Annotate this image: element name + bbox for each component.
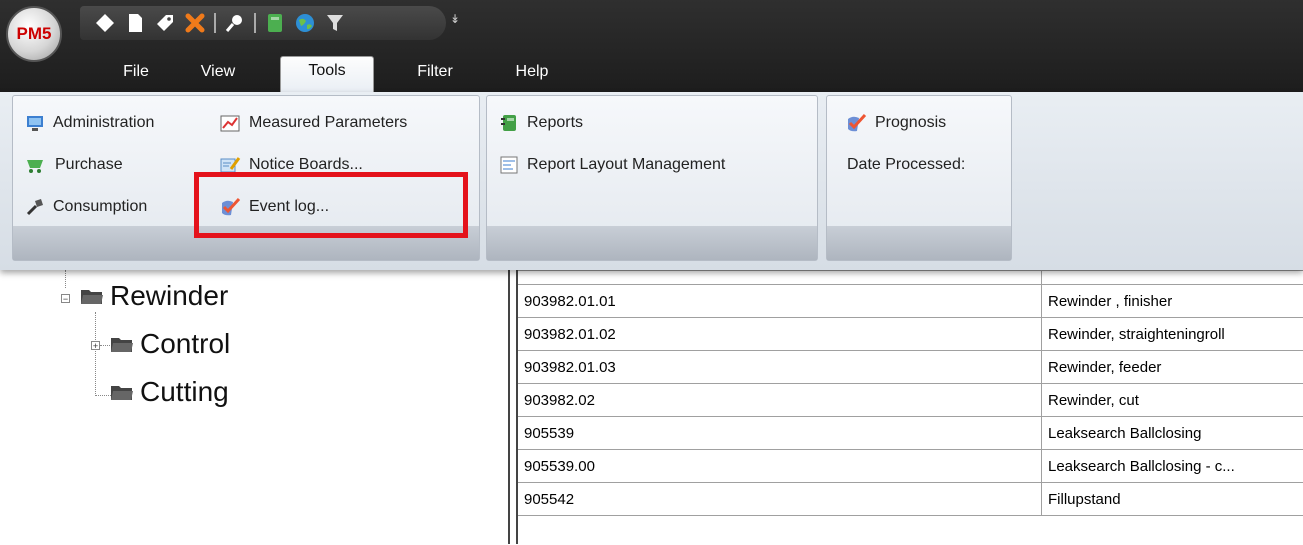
table-cell-description: Leaksearch Ballclosing - c...	[1048, 458, 1235, 475]
tree-label: Control	[140, 328, 231, 359]
table-cell-code: 905539	[518, 417, 1042, 449]
shopping-cart-icon	[27, 160, 43, 173]
table-row[interactable]: 903982.01.01 Rewinder , finisher	[518, 285, 1303, 318]
filter-icon[interactable]	[324, 12, 346, 34]
title-bar: PM5 ↡ File View Tools Filter Help	[0, 0, 1303, 93]
table-cell-code: 905539.00	[518, 450, 1042, 482]
quick-access-toolbar	[80, 6, 446, 40]
tree-label: Rewinder	[110, 280, 229, 311]
asset-tree: − Rewinder + Control Cutting	[0, 270, 508, 544]
reports-label: Reports	[527, 114, 584, 131]
measured-parameters-button[interactable]: Measured Parameters	[219, 108, 407, 138]
toolbar-separator	[254, 13, 256, 33]
folder-icon	[111, 386, 133, 400]
tree-connector	[65, 270, 66, 288]
table-row[interactable]: 905542 Fillupstand	[518, 483, 1303, 516]
search-icon[interactable]	[224, 12, 246, 34]
administration-button[interactable]: Administration	[25, 108, 154, 138]
tree-node-rewinder[interactable]: Rewinder	[80, 280, 228, 312]
layout-icon	[500, 156, 518, 174]
ribbon-group-footer	[827, 226, 1011, 260]
table-cell-description: Rewinder , finisher	[1048, 293, 1173, 310]
ribbon-group-prognosis: Prognosis Date Processed:	[826, 95, 1012, 261]
date-processed-label: Date Processed:	[847, 156, 966, 173]
tab-view[interactable]: View	[183, 58, 253, 88]
table-row[interactable]: 903982.01.03 Rewinder, feeder	[518, 351, 1303, 384]
customize-toolbar-icon[interactable]: ↡	[450, 12, 460, 26]
checklist-icon	[848, 113, 867, 132]
globe-icon[interactable]	[294, 12, 316, 34]
table-row[interactable]: 905539 Leaksearch Ballclosing	[518, 417, 1303, 450]
notebook-icon[interactable]	[264, 12, 286, 34]
consumption-label: Consumption	[53, 198, 148, 215]
expand-toggle[interactable]: +	[91, 341, 100, 351]
ribbon-tabs: File View Tools Filter Help	[0, 50, 1303, 93]
tree-node-control[interactable]: Control	[110, 328, 230, 360]
monitor-icon	[27, 116, 43, 131]
consumption-button[interactable]: Consumption	[25, 192, 147, 222]
table-cell-code: 903982.01.01	[518, 285, 1042, 317]
report-book-icon	[501, 115, 516, 131]
table-row[interactable]: 905539.00 Leaksearch Ballclosing - c...	[518, 450, 1303, 483]
tab-filter[interactable]: Filter	[398, 58, 472, 88]
tag-icon[interactable]	[154, 12, 176, 34]
toolbar-separator	[214, 13, 216, 33]
table-cell-code: 905542	[518, 483, 1042, 515]
table-cell-description: Rewinder, feeder	[1048, 359, 1162, 376]
table-row[interactable]: 903982.02 Rewinder, cut	[518, 384, 1303, 417]
table-cell-code: 903982.01.03	[518, 351, 1042, 383]
table-cell-description: Fillupstand	[1048, 491, 1121, 508]
report-layout-management-button[interactable]: Report Layout Management	[499, 150, 725, 180]
reports-button[interactable]: Reports	[499, 108, 583, 138]
purchase-button[interactable]: Purchase	[25, 150, 123, 180]
prognosis-button[interactable]: Prognosis	[845, 108, 946, 138]
table-cell-description: Rewinder, straighteningroll	[1048, 326, 1225, 343]
collapse-toggle[interactable]: −	[61, 294, 70, 304]
app-logo-text: PM5	[16, 24, 52, 43]
administration-label: Administration	[53, 114, 155, 131]
tab-help[interactable]: Help	[498, 58, 566, 88]
table-row[interactable]	[518, 271, 1303, 285]
report-layout-management-label: Report Layout Management	[527, 156, 726, 173]
table-cell	[1042, 271, 1303, 284]
purchase-label: Purchase	[55, 156, 123, 173]
equipment-grid: 903982.01.01 Rewinder , finisher 903982.…	[518, 270, 1303, 545]
table-cell-code: 903982.01.02	[518, 318, 1042, 350]
document-icon[interactable]	[124, 12, 146, 34]
ribbon-group-footer	[487, 226, 817, 260]
prognosis-label: Prognosis	[875, 114, 947, 131]
tab-tools[interactable]: Tools	[280, 56, 374, 93]
measured-parameters-label: Measured Parameters	[249, 114, 408, 131]
table-cell	[518, 271, 1042, 284]
tree-node-cutting[interactable]: Cutting	[110, 376, 229, 408]
pane-splitter[interactable]	[508, 270, 518, 544]
tool-icon	[26, 199, 43, 216]
table-row[interactable]: 903982.01.02 Rewinder, straighteningroll	[518, 318, 1303, 351]
folder-icon	[111, 338, 133, 352]
tree-connector	[95, 312, 96, 396]
table-cell-description: Rewinder, cut	[1048, 392, 1139, 409]
folder-icon	[81, 290, 103, 304]
new-icon[interactable]	[94, 12, 116, 34]
table-cell-description: Leaksearch Ballclosing	[1048, 425, 1202, 442]
event-log-highlight	[194, 172, 468, 238]
tab-file[interactable]: File	[100, 58, 172, 88]
tree-label: Cutting	[140, 376, 229, 407]
table-cell-code: 903982.02	[518, 384, 1042, 416]
chart-icon	[220, 115, 240, 132]
delete-icon[interactable]	[184, 12, 206, 34]
ribbon-group-reports: Reports Report Layout Management	[486, 95, 818, 261]
